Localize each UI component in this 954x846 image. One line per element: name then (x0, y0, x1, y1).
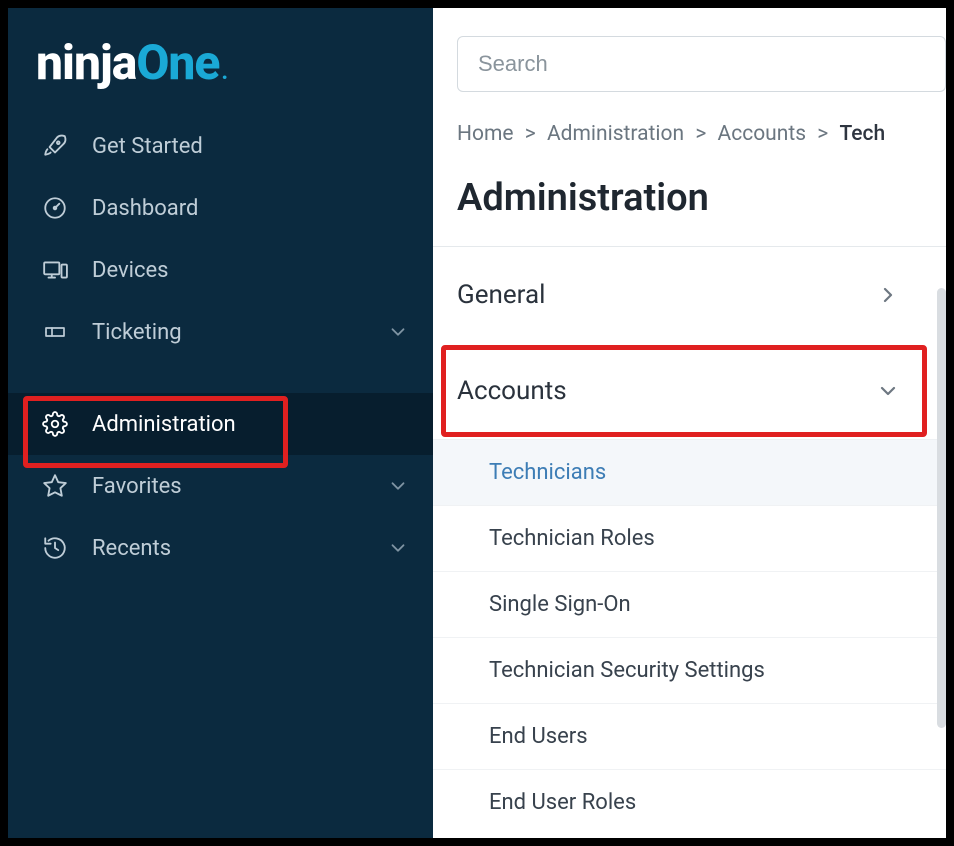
subitem-technicians[interactable]: Technicians (433, 439, 946, 505)
subitem-label: Single Sign-On (489, 592, 631, 617)
chevron-down-icon (876, 379, 900, 403)
subitem-label: End Users (489, 724, 588, 749)
subitem-label: Technician Security Settings (489, 658, 765, 683)
breadcrumb-item[interactable]: Home (457, 122, 514, 146)
gauge-icon (40, 193, 70, 223)
rocket-icon (40, 131, 70, 161)
sidebar-item-label: Dashboard (92, 196, 198, 221)
logo-dot: . (221, 60, 227, 85)
sidebar-item-devices[interactable]: Devices (8, 239, 433, 301)
chevron-down-icon (387, 475, 409, 497)
sidebar-item-administration[interactable]: Administration (8, 393, 433, 455)
chevron-right-icon (876, 283, 900, 307)
main-panel: Home > Administration > Accounts > Tech … (433, 8, 946, 838)
accounts-sublist: Technicians Technician Roles Single Sign… (433, 439, 946, 835)
subitem-tech-security-settings[interactable]: Technician Security Settings (433, 637, 946, 703)
devices-icon (40, 255, 70, 285)
sidebar-item-ticketing[interactable]: Ticketing (8, 301, 433, 363)
subitem-label: Technicians (489, 460, 606, 485)
sidebar-item-label: Recents (92, 536, 171, 561)
breadcrumb-sep: > (525, 122, 536, 146)
sidebar-item-label: Get Started (92, 134, 203, 159)
section-label: General (457, 280, 545, 310)
subitem-single-sign-on[interactable]: Single Sign-On (433, 571, 946, 637)
sidebar-item-label: Administration (92, 412, 236, 437)
search-wrap (433, 8, 946, 104)
gear-icon (40, 409, 70, 439)
search-input[interactable] (457, 36, 946, 92)
sidebar-item-label: Devices (92, 258, 169, 283)
section-label: Accounts (457, 376, 567, 406)
subitem-end-users[interactable]: End Users (433, 703, 946, 769)
sidebar-item-recents[interactable]: Recents (8, 517, 433, 579)
logo-text-ninja: ninja (36, 34, 136, 91)
section-general[interactable]: General (433, 247, 946, 343)
logo-text-one: One (136, 34, 219, 91)
breadcrumb-sep: > (695, 122, 706, 146)
breadcrumb-sep: > (817, 122, 828, 146)
admin-sections: General Accounts Technicians (433, 247, 946, 835)
subitem-label: End User Roles (489, 790, 636, 815)
breadcrumb-item[interactable]: Accounts (718, 122, 807, 146)
star-icon (40, 471, 70, 501)
sidebar-item-label: Favorites (92, 474, 182, 499)
history-icon (40, 533, 70, 563)
sidebar-item-label: Ticketing (92, 320, 182, 345)
scrollbar[interactable] (937, 288, 946, 728)
ticket-icon (40, 317, 70, 347)
sidebar-item-favorites[interactable]: Favorites (8, 455, 433, 517)
chevron-down-icon (387, 537, 409, 559)
section-accounts[interactable]: Accounts (433, 343, 946, 439)
sidebar-nav: Get Started Dashboard (8, 115, 433, 579)
subitem-label: Technician Roles (489, 526, 655, 551)
sidebar-item-dashboard[interactable]: Dashboard (8, 177, 433, 239)
chevron-down-icon (387, 321, 409, 343)
app-logo: ninjaOne. (8, 24, 433, 115)
subitem-technician-roles[interactable]: Technician Roles (433, 505, 946, 571)
breadcrumb: Home > Administration > Accounts > Tech (433, 104, 946, 146)
page-title: Administration (433, 146, 946, 246)
sidebar: ninjaOne. Get Started (8, 8, 433, 838)
subitem-end-user-roles[interactable]: End User Roles (433, 769, 946, 835)
sidebar-item-get-started[interactable]: Get Started (8, 115, 433, 177)
breadcrumb-item[interactable]: Administration (547, 122, 684, 146)
breadcrumb-item-current: Tech (839, 122, 885, 146)
